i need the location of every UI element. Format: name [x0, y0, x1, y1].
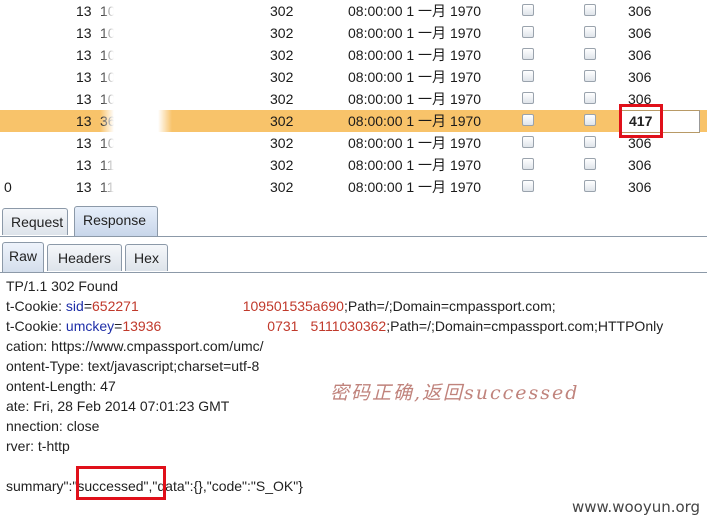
status-code: 302 — [270, 179, 294, 195]
timeout-checkbox[interactable] — [584, 88, 600, 110]
tab-hex[interactable]: Hex — [125, 244, 168, 271]
error-checkbox[interactable] — [522, 66, 538, 88]
error-checkbox[interactable] — [522, 176, 538, 198]
watermark: www.wooyun.org — [572, 498, 701, 516]
request-number: 13 — [76, 47, 92, 63]
response-length: 306 — [628, 157, 652, 173]
request-number: 13 — [76, 157, 92, 173]
tab-response[interactable]: Response — [74, 206, 158, 236]
request-response-tabbar: Request Response — [0, 202, 707, 237]
timeout-checkbox[interactable] — [584, 0, 600, 22]
status-line: TP/1.1 302 Found — [6, 278, 119, 294]
response-date: 08:00:00 1 一月 1970 — [348, 157, 482, 173]
error-checkbox[interactable] — [522, 0, 538, 22]
status-code: 302 — [270, 25, 294, 41]
tab-headers[interactable]: Headers — [47, 244, 122, 271]
response-date: 08:00:00 1 一月 1970 — [348, 179, 482, 195]
request-number: 13 — [76, 135, 92, 151]
response-length: 306 — [628, 3, 652, 19]
response-length: 306 — [628, 179, 652, 195]
response-date: 08:00:00 1 一月 1970 — [348, 25, 482, 41]
timeout-checkbox[interactable] — [584, 66, 600, 88]
response-date: 08:00:00 1 一月 1970 — [348, 91, 482, 107]
set-cookie-umckey: t-Cookie: umckey=13936 0731 5111030362;Pat… — [6, 318, 664, 334]
highlight-successed-box — [76, 466, 166, 500]
request-number: 13 — [76, 25, 92, 41]
error-checkbox[interactable] — [522, 154, 538, 176]
timeout-checkbox[interactable] — [584, 132, 600, 154]
error-checkbox[interactable] — [522, 132, 538, 154]
response-date: 08:00:00 1 一月 1970 — [348, 135, 482, 151]
response-length: 306 — [628, 25, 652, 41]
status-code: 302 — [270, 91, 294, 107]
response-date: 08:00:00 1 一月 1970 — [348, 47, 482, 63]
response-length: 306 — [628, 69, 652, 85]
timeout-checkbox[interactable] — [584, 44, 600, 66]
response-date: 08:00:00 1 一月 1970 — [348, 113, 482, 129]
request-number: 13 — [76, 91, 92, 107]
error-checkbox[interactable] — [522, 110, 538, 132]
request-number: 13 — [76, 179, 92, 195]
results-table: 13 10 302 08:00:00 1 一月 1970 306 13 10 3… — [0, 0, 707, 200]
tab-request[interactable]: Request — [2, 208, 68, 235]
timeout-checkbox[interactable] — [584, 176, 600, 198]
request-number: 13 — [76, 69, 92, 85]
status-code: 302 — [270, 135, 294, 151]
timeout-checkbox[interactable] — [584, 154, 600, 176]
content-length-header: ontent-Length: 47 — [6, 378, 116, 394]
response-length: 306 — [628, 47, 652, 63]
timeout-checkbox[interactable] — [584, 110, 600, 132]
error-checkbox[interactable] — [522, 44, 538, 66]
status-code: 302 — [270, 3, 294, 19]
set-cookie-sid: t-Cookie: sid=652271 109501535a690;Path=/… — [6, 298, 556, 314]
error-checkbox[interactable] — [522, 88, 538, 110]
server-header: rver: t-http — [6, 438, 70, 454]
highlight-length-box — [619, 104, 663, 138]
tab-raw[interactable]: Raw — [2, 242, 44, 272]
request-number: 13 — [76, 3, 92, 19]
location-header: cation: https://www.cmpassport.com/umc/ — [6, 338, 264, 354]
date-header: ate: Fri, 28 Feb 2014 07:01:23 GMT — [6, 398, 230, 414]
error-checkbox[interactable] — [522, 22, 538, 44]
row-edge-label: 0 — [4, 179, 12, 195]
redaction-mask — [100, 0, 172, 200]
status-code: 302 — [270, 47, 294, 63]
status-code: 302 — [270, 157, 294, 173]
response-date: 08:00:00 1 一月 1970 — [348, 69, 482, 85]
annotation-text: 密码正确,返回successed — [330, 382, 580, 404]
connection-header: nnection: close — [6, 418, 100, 434]
view-mode-tabbar: Raw Headers Hex — [0, 240, 707, 273]
timeout-checkbox[interactable] — [584, 22, 600, 44]
status-code: 302 — [270, 113, 294, 129]
content-type-header: ontent-Type: text/javascript;charset=utf… — [6, 358, 260, 374]
request-number: 13 — [76, 113, 92, 129]
response-date: 08:00:00 1 一月 1970 — [348, 3, 482, 19]
status-code: 302 — [270, 69, 294, 85]
